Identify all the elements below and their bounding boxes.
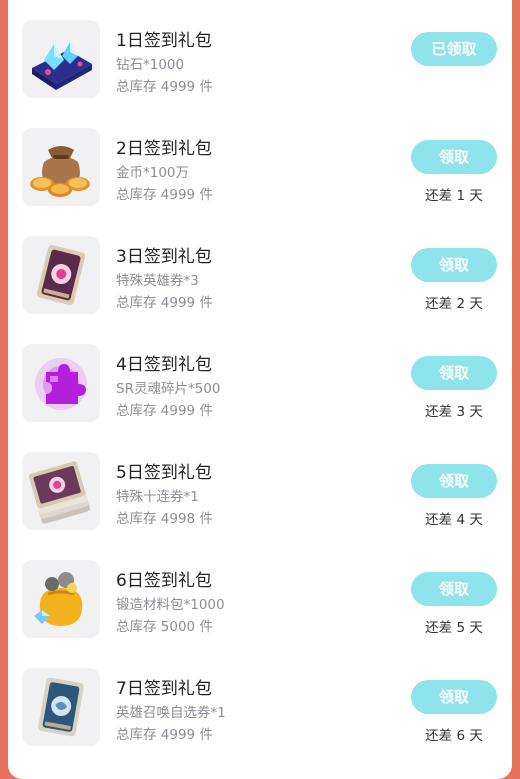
gift-description: 钻石*1000 xyxy=(116,57,185,73)
days-remaining: 还差 2 天 xyxy=(425,296,483,312)
gift-description: 特殊英雄券*3 xyxy=(116,273,199,289)
days-remaining: 还差 5 天 xyxy=(425,620,483,636)
gift-description: 锻造材料包*1000 xyxy=(116,597,225,613)
gift-row-day-3: 3日签到礼包 特殊英雄券*3 总库存 4999 件 领取 还差 2 天 xyxy=(8,216,512,324)
claim-button[interactable]: 领取 xyxy=(411,572,497,606)
gift-stock: 总库存 4999 件 xyxy=(116,727,213,743)
gift-title: 1日签到礼包 xyxy=(116,31,212,51)
gift-row-day-7: 7日签到礼包 英雄召唤自选券*1 总库存 4999 件 领取 还差 6 天 xyxy=(8,648,512,756)
gift-description: SR灵魂碎片*500 xyxy=(116,381,221,397)
gift-row-day-5: 5日签到礼包 特殊十连券*1 总库存 4998 件 领取 还差 4 天 xyxy=(8,432,512,540)
gift-row-day-4: 4日签到礼包 SR灵魂碎片*500 总库存 4999 件 领取 还差 3 天 xyxy=(8,324,512,432)
gift-stock: 总库存 5000 件 xyxy=(116,619,213,635)
gift-title: 4日签到礼包 xyxy=(116,355,212,375)
gift-description: 特殊十连券*1 xyxy=(116,489,199,505)
gift-title: 7日签到礼包 xyxy=(116,679,212,699)
claim-button[interactable]: 领取 xyxy=(411,140,497,174)
sign-in-gift-list: 1日签到礼包 钻石*1000 总库存 4999 件 已领取 2日签到礼包 金币*… xyxy=(8,0,512,779)
gift-title: 3日签到礼包 xyxy=(116,247,212,267)
gift-title: 5日签到礼包 xyxy=(116,463,212,483)
hero-summon-ticket-icon xyxy=(22,668,100,746)
soul-fragment-puzzle-icon xyxy=(22,344,100,422)
forge-material-bag-icon xyxy=(22,560,100,638)
gift-row-day-1: 1日签到礼包 钻石*1000 总库存 4999 件 已领取 xyxy=(8,0,512,108)
gift-stock: 总库存 4999 件 xyxy=(116,403,213,419)
gift-row-day-6: 6日签到礼包 锻造材料包*1000 总库存 5000 件 领取 还差 5 天 xyxy=(8,540,512,648)
days-remaining: 还差 6 天 xyxy=(425,728,483,744)
diamond-crystal-icon xyxy=(22,20,100,98)
gift-stock: 总库存 4998 件 xyxy=(116,511,213,527)
gift-stock: 总库存 4999 件 xyxy=(116,79,213,95)
days-remaining: 还差 1 天 xyxy=(425,188,483,204)
claim-button[interactable]: 领取 xyxy=(411,356,497,390)
gift-title: 6日签到礼包 xyxy=(116,571,212,591)
ten-pull-ticket-stack-icon xyxy=(22,452,100,530)
gift-stock: 总库存 4999 件 xyxy=(116,187,213,203)
claim-button[interactable]: 领取 xyxy=(411,680,497,714)
gold-coin-bag-icon xyxy=(22,128,100,206)
gift-stock: 总库存 4999 件 xyxy=(116,295,213,311)
gift-title: 2日签到礼包 xyxy=(116,139,212,159)
claim-button[interactable]: 领取 xyxy=(411,248,497,282)
days-remaining: 还差 3 天 xyxy=(425,404,483,420)
gift-row-day-2: 2日签到礼包 金币*100万 总库存 4999 件 领取 还差 1 天 xyxy=(8,108,512,216)
claim-button[interactable]: 领取 xyxy=(411,464,497,498)
gift-description: 英雄召唤自选券*1 xyxy=(116,705,226,721)
gift-description: 金币*100万 xyxy=(116,165,190,181)
days-remaining: 还差 4 天 xyxy=(425,512,483,528)
claimed-button[interactable]: 已领取 xyxy=(411,32,497,66)
hero-ticket-card-icon xyxy=(22,236,100,314)
